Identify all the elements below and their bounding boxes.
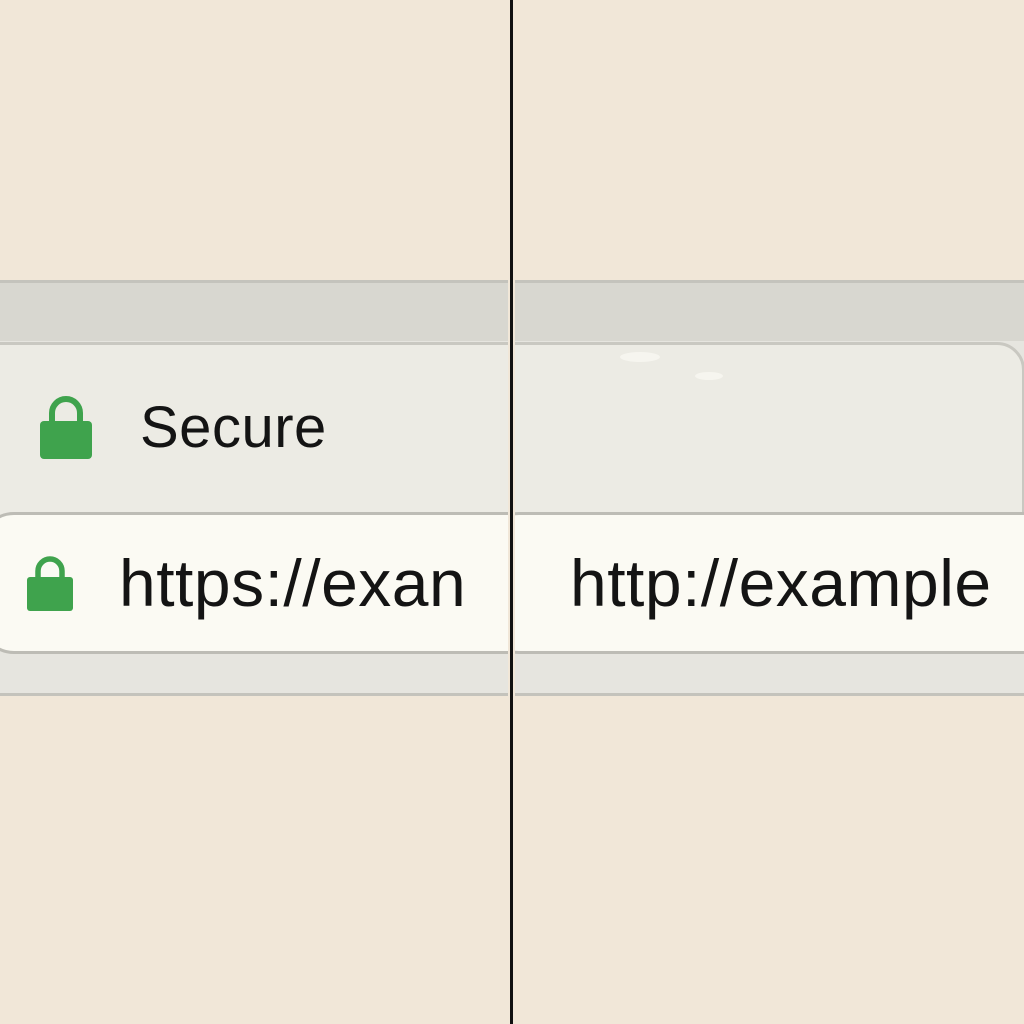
- address-bar-lock-icon[interactable]: [25, 553, 75, 613]
- left-panel-https: Secure https://exan: [0, 0, 508, 1024]
- erased-mark: [695, 372, 723, 380]
- address-bar[interactable]: http://example: [515, 512, 1024, 654]
- right-panel-http: http://example: [515, 0, 1024, 1024]
- split-divider: [508, 0, 515, 1024]
- url-text-http: http://example: [570, 546, 992, 620]
- address-bar[interactable]: https://exan: [0, 512, 508, 654]
- comparison-stage: Secure https://exan http://example: [0, 0, 1024, 1024]
- secure-label: Secure: [140, 394, 327, 460]
- erased-mark: [620, 352, 660, 362]
- divider-line: [510, 0, 513, 1024]
- lock-icon: [38, 393, 94, 461]
- url-text-https: https://exan: [119, 546, 467, 620]
- security-indicator[interactable]: Secure: [38, 392, 327, 462]
